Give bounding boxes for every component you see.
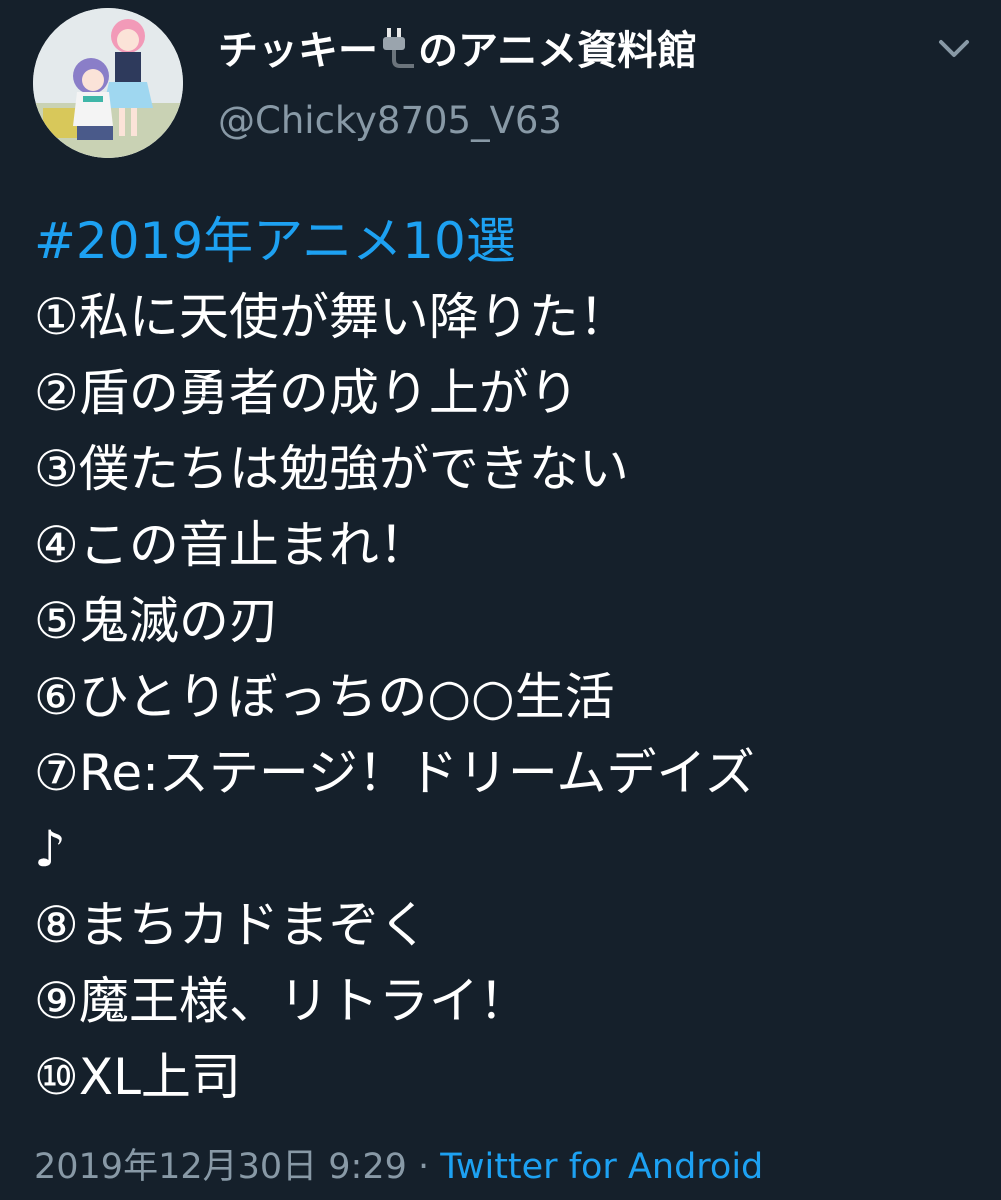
electric-plug-icon xyxy=(383,28,414,68)
anime-characters-avatar xyxy=(33,8,183,158)
list-item: ③僕たちは勉強ができない xyxy=(34,440,629,498)
list-item: ⑥ひとりぼっちの○○生活 xyxy=(34,668,615,726)
list-item: ④この音止まれ！ xyxy=(34,516,429,574)
chevron-down-icon[interactable] xyxy=(936,34,972,64)
avatar[interactable] xyxy=(33,8,183,158)
display-name-suffix: のアニメ資料館 xyxy=(418,28,698,74)
tweet-card: チッキー のアニメ資料館 @Chicky8705_V63 #2019年アニメ10… xyxy=(0,0,1001,1200)
hashtag-link[interactable]: #2019年アニメ10選 xyxy=(34,212,516,270)
display-name[interactable]: チッキー のアニメ資料館 xyxy=(218,26,697,75)
tweet-text: #2019年アニメ10選 ①私に天使が舞い降りた！ ②盾の勇者の成り上がり ③僕… xyxy=(34,203,984,1115)
list-item: ⑨魔王様、リトライ！ xyxy=(34,972,529,1030)
list-item-continuation: ♪ xyxy=(34,820,66,878)
tweet-meta: 2019年12月30日 9:29 · Twitter for Android xyxy=(34,1142,763,1192)
list-item: ②盾の勇者の成り上がり xyxy=(34,364,579,422)
list-item: ⑩XL上司 xyxy=(34,1048,241,1106)
meta-separator: · xyxy=(406,1147,441,1187)
list-item: ⑤鬼滅の刃 xyxy=(34,592,279,650)
list-item: ⑦Re:ステージ！ドリームデイズ xyxy=(34,744,755,802)
display-name-prefix: チッキー xyxy=(218,28,378,74)
timestamp[interactable]: 2019年12月30日 9:29 xyxy=(34,1147,407,1187)
list-item: ①私に天使が舞い降りた！ xyxy=(34,288,629,346)
source-link[interactable]: Twitter for Android xyxy=(440,1147,763,1187)
list-item: ⑧まちカドまぞく xyxy=(34,896,429,954)
user-handle[interactable]: @Chicky8705_V63 xyxy=(218,98,562,144)
